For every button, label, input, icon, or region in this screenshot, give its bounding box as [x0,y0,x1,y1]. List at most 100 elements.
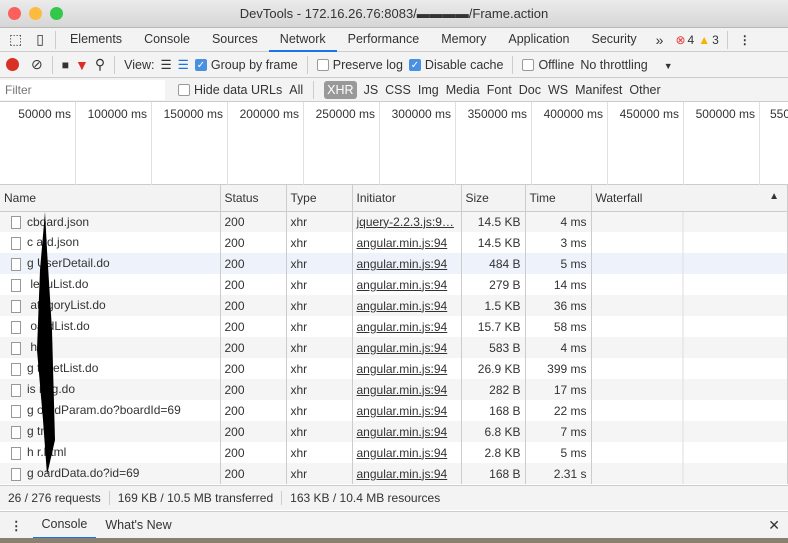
request-initiator[interactable]: angular.min.js:94 [352,274,462,295]
error-icon[interactable]: ⊗ [675,33,685,47]
hide-data-urls-checkbox[interactable]: Hide data URLs [178,83,282,97]
column-header-size[interactable]: Size [461,185,526,212]
request-initiator[interactable]: jquery-2.2.3.js:9… [352,211,462,232]
column-header-type[interactable]: Type [286,185,353,212]
file-icon [11,320,21,334]
request-initiator[interactable]: angular.min.js:94 [352,442,462,463]
filter-type-css[interactable]: CSS [385,83,411,97]
request-type: xhr [286,421,353,442]
tab-network[interactable]: Network [268,28,337,52]
filter-type-manifest[interactable]: Manifest [575,83,622,97]
table-row[interactable]: cboard.json 200 xhr jquery-2.2.3.js:9… 14.5 … [0,211,788,232]
file-icon [11,341,21,355]
device-toolbar-icon[interactable]: ▯ [28,31,52,48]
request-size: 484 B [461,253,526,274]
preserve-log-checkbox[interactable]: Preserve log [316,58,403,72]
request-type: xhr [286,274,353,295]
filter-input[interactable] [0,79,165,100]
request-size: 26.9 KB [461,358,526,379]
table-row[interactable]: oardList.do 200 xhr angular.min.js:94 15.7 K… [0,316,788,337]
table-row[interactable]: is nfig.do 200 xhr angular.min.js:94 282 B 17… [0,379,788,400]
filter-type-all[interactable]: All [289,83,303,97]
filter-type-media[interactable]: Media [446,83,480,97]
request-initiator[interactable]: angular.min.js:94 [352,379,462,400]
menu-kebab-icon[interactable]: ⋮ [731,33,759,47]
warning-icon[interactable]: ▲ [698,33,710,47]
request-type: xhr [286,358,353,379]
request-initiator[interactable]: angular.min.js:94 [352,316,462,337]
request-initiator[interactable]: angular.min.js:94 [352,421,462,442]
filter-type-font[interactable]: Font [487,83,512,97]
tab-sources[interactable]: Sources [201,28,269,52]
request-type: xhr [286,316,353,337]
tab-performance[interactable]: Performance [337,28,431,52]
request-initiator[interactable]: angular.min.js:94 [352,232,462,253]
table-row[interactable]: g tasetList.do 200 xhr angular.min.js:94 26.… [0,358,788,379]
filter-type-js[interactable]: JS [364,83,379,97]
column-header-time[interactable]: Time [525,185,592,212]
offline-checkbox[interactable]: Offline [522,58,574,72]
request-initiator[interactable]: angular.min.js:94 [352,463,462,484]
request-status: 200 [220,211,287,232]
request-initiator[interactable]: angular.min.js:94 [352,253,462,274]
request-initiator[interactable]: angular.min.js:94 [352,358,462,379]
filter-type-xhr[interactable]: XHR [324,80,357,99]
request-initiator[interactable]: angular.min.js:94 [352,400,462,421]
disable-cache-checkbox[interactable]: ✓ Disable cache [408,58,503,72]
zoom-window-button[interactable] [50,7,63,20]
tab-elements[interactable]: Elements [59,28,133,52]
more-tabs-button[interactable]: » [648,32,672,48]
table-row[interactable]: h r.html200xhrangular.min.js:942.8 KB5 m… [0,442,788,463]
sort-ascending-icon[interactable]: ▲ [769,191,779,202]
file-icon [11,257,21,271]
table-row[interactable]: g oardData.do?id=69 200 xhr angular.min.js:… [0,463,788,484]
warning-count[interactable]: 3 [712,33,719,47]
network-overview-timeline[interactable]: 50000 ms 100000 ms 150000 ms 200000 ms 25000… [0,102,788,185]
column-header-waterfall[interactable]: Waterfall ▲ [591,185,788,212]
group-by-frame-checkbox[interactable]: ✓ Group by frame [194,58,298,72]
close-window-button[interactable] [8,7,21,20]
tab-console[interactable]: Console [133,28,201,52]
screenshot-camera-icon[interactable]: ■ [62,58,69,72]
request-time: 399 ms [525,358,592,379]
error-count[interactable]: 4 [688,33,695,47]
table-row[interactable]: g oardParam.do?boardId=69 200 xhr angular.m… [0,400,788,421]
table-row[interactable]: g UserDetail.do 200 xhr angular.min.js:94 48… [0,253,788,274]
filter-type-img[interactable]: Img [418,83,439,97]
table-row[interactable]: g tml 200 xhr angular.min.js:94 6.8 KB 7 ms [0,421,788,442]
filter-type-ws[interactable]: WS [548,83,568,97]
column-header-initiator[interactable]: Initiator [352,185,462,212]
inspect-element-icon[interactable]: ⬚ [0,31,28,48]
drawer-menu-icon[interactable]: ⋮ [0,518,33,533]
request-time: 5 ms [525,253,592,274]
clear-icon[interactable]: ⊘ [31,56,43,73]
drawer-tab-bar: ⋮ Console What's New ✕ [0,511,788,539]
column-header-status[interactable]: Status [220,185,287,212]
column-header-name[interactable]: Name [0,185,221,212]
request-initiator[interactable]: angular.min.js:94 [352,337,462,358]
table-row[interactable]: ategoryList.do 200 xhr angular.min.js:94 1.5… [0,295,788,316]
filter-funnel-icon[interactable]: ▼ [75,57,89,73]
record-button[interactable] [6,58,19,71]
waterfall-view-icon[interactable]: ☰ [178,57,189,72]
waterfall-cell [591,379,788,400]
search-icon[interactable]: ⚲ [95,56,105,73]
tab-memory[interactable]: Memory [430,28,497,52]
redaction-scribble [37,212,55,475]
filter-type-doc[interactable]: Doc [519,83,541,97]
request-time: 58 ms [525,316,592,337]
close-drawer-icon[interactable]: ✕ [768,517,788,534]
tab-security[interactable]: Security [581,28,648,52]
minimize-window-button[interactable] [29,7,42,20]
request-status: 200 [220,463,287,484]
filter-type-other[interactable]: Other [629,83,660,97]
table-row[interactable]: c ard.json 200 xhr angular.min.js:94 14.5 KB… [0,232,788,253]
drawer-tab-whats-new[interactable]: What's New [96,518,180,532]
tab-application[interactable]: Application [497,28,580,52]
request-initiator[interactable]: angular.min.js:94 [352,295,462,316]
table-row[interactable]: html200xhrangular.min.js:94583 B4 ms [0,337,788,358]
drawer-tab-console[interactable]: Console [32,512,97,539]
large-rows-icon[interactable]: ☰ [160,57,171,72]
table-row[interactable]: lenuList.do 200 xhr angular.min.js:94 279 B1… [0,274,788,295]
throttling-select[interactable]: No throttling ▼ [580,58,672,72]
